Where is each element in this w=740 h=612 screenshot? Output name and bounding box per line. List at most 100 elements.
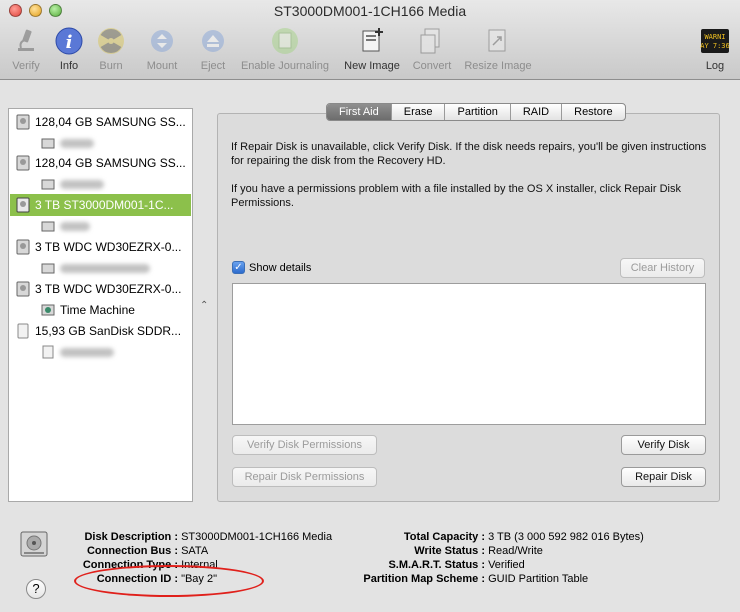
removable-disk-icon xyxy=(16,323,30,339)
show-details-label: Show details xyxy=(249,261,312,274)
window-toolbar: ST3000DM001-1CH166 Media Verify i Info B… xyxy=(0,0,740,80)
help-button[interactable]: ? xyxy=(26,579,46,599)
disk-label: 128,04 GB SAMSUNG SS... xyxy=(35,156,186,170)
disk-description-row: Disk Description : ST3000DM001-1CH166 Me… xyxy=(74,531,332,543)
repair-disk-button[interactable]: Repair Disk xyxy=(621,467,706,487)
eject-icon xyxy=(198,26,228,56)
redacted-volume-name xyxy=(60,221,90,231)
disk-item[interactable]: 128,04 GB SAMSUNG SS... xyxy=(10,111,191,133)
enable-journaling-label: Enable Journaling xyxy=(240,60,330,72)
eject-toolbar-button[interactable]: Eject xyxy=(197,26,229,76)
info-value: ST3000DM001-1CH166 Media xyxy=(181,531,333,543)
info-key: Write Status : xyxy=(414,545,485,557)
repair-disk-permissions-button[interactable]: Repair Disk Permissions xyxy=(232,467,377,487)
convert-label: Convert xyxy=(412,60,452,72)
hard-disk-icon xyxy=(16,197,30,213)
hard-disk-icon xyxy=(16,155,30,171)
eject-label: Eject xyxy=(200,60,226,72)
total-capacity-row: Total Capacity : 3 TB (3 000 592 982 016… xyxy=(340,531,644,543)
volume-icon xyxy=(41,219,55,233)
disk-label: 3 TB WDC WD30EZRX-0... xyxy=(35,282,182,296)
volume-label: Time Machine xyxy=(60,303,135,317)
first-aid-instructions-1: If Repair Disk is unavailable, click Ver… xyxy=(231,141,707,167)
verify-label: Verify xyxy=(12,60,40,72)
svg-text:AY 7:36: AY 7:36 xyxy=(700,42,730,50)
resize-image-icon xyxy=(483,26,513,56)
disk-item-selected[interactable]: 3 TB ST3000DM001-1C... xyxy=(10,194,191,216)
show-details-checkbox[interactable]: ✓ Show details xyxy=(232,261,311,274)
volume-item[interactable] xyxy=(29,133,189,153)
info-value: 3 TB (3 000 592 982 016 Bytes) xyxy=(488,531,644,543)
verify-toolbar-button[interactable]: Verify xyxy=(6,26,46,76)
redacted-volume-name xyxy=(60,138,94,148)
hard-disk-icon xyxy=(16,239,30,255)
disk-label: 3 TB ST3000DM001-1C... xyxy=(35,198,174,212)
info-key: Total Capacity : xyxy=(403,531,485,543)
enable-journaling-toolbar-button[interactable]: Enable Journaling xyxy=(238,26,332,76)
log-toolbar-button[interactable]: WARNI AY 7:36 Log xyxy=(699,26,731,76)
burn-label: Burn xyxy=(99,60,123,72)
hard-disk-icon xyxy=(16,114,30,130)
new-image-label: New Image xyxy=(344,60,400,72)
tab-partition[interactable]: Partition xyxy=(444,104,509,120)
redacted-volume-name xyxy=(60,179,104,189)
volume-item-time-machine[interactable]: Time Machine xyxy=(29,300,189,320)
hard-disk-icon xyxy=(16,281,30,297)
splitter-handle[interactable]: ⌃ xyxy=(200,300,208,311)
journaling-icon xyxy=(270,26,300,56)
log-console-icon: WARNI AY 7:36 xyxy=(700,26,730,56)
partition-map-scheme-row: Partition Map Scheme : GUID Partition Ta… xyxy=(340,573,588,585)
checkmark-icon: ✓ xyxy=(232,261,245,274)
verify-disk-button[interactable]: Verify Disk xyxy=(621,435,706,455)
redacted-volume-name xyxy=(60,263,150,273)
volume-icon xyxy=(41,261,55,275)
mount-label: Mount xyxy=(146,60,178,72)
info-value: Read/Write xyxy=(488,545,543,557)
info-value: GUID Partition Table xyxy=(488,573,589,585)
new-image-icon xyxy=(357,26,387,56)
volume-item[interactable] xyxy=(29,174,189,194)
write-status-row: Write Status : Read/Write xyxy=(340,545,543,557)
disk-item[interactable]: 128,04 GB SAMSUNG SS... xyxy=(10,152,191,174)
new-image-toolbar-button[interactable]: New Image xyxy=(342,26,402,76)
clear-history-button[interactable]: Clear History xyxy=(620,258,705,278)
disk-label: 128,04 GB SAMSUNG SS... xyxy=(35,115,186,129)
info-key: S.M.A.R.T. Status : xyxy=(388,559,485,571)
info-label: Info xyxy=(59,60,79,72)
tab-raid[interactable]: RAID xyxy=(509,104,561,120)
convert-icon xyxy=(417,26,447,56)
log-label: Log xyxy=(705,60,725,72)
tab-erase[interactable]: Erase xyxy=(390,104,445,120)
info-value: SATA xyxy=(181,545,209,557)
convert-toolbar-button[interactable]: Convert xyxy=(410,26,454,76)
smart-status-row: S.M.A.R.T. Status : Verified xyxy=(340,559,525,571)
disk-label: 3 TB WDC WD30EZRX-0... xyxy=(35,240,182,254)
details-log-area[interactable] xyxy=(232,283,706,425)
red-annotation-oval xyxy=(74,565,264,597)
redacted-volume-name xyxy=(60,347,114,357)
volume-icon xyxy=(41,345,55,359)
tab-bar: First Aid Erase Partition RAID Restore xyxy=(326,103,626,121)
disk-item[interactable]: 3 TB WDC WD30EZRX-0... xyxy=(10,236,191,258)
mount-icon xyxy=(147,26,177,56)
disk-item[interactable]: 3 TB WDC WD30EZRX-0... xyxy=(10,278,191,300)
disk-list-sidebar[interactable]: 128,04 GB SAMSUNG SS... 128,04 GB SAMSUN… xyxy=(8,108,193,502)
mount-toolbar-button[interactable]: Mount xyxy=(143,26,181,76)
volume-icon xyxy=(41,136,55,150)
info-toolbar-button[interactable]: i Info xyxy=(55,26,83,76)
disk-item[interactable]: 15,93 GB SanDisk SDDR... xyxy=(10,320,191,342)
disk-label: 15,93 GB SanDisk SDDR... xyxy=(35,324,182,338)
tab-restore[interactable]: Restore xyxy=(561,104,625,120)
hard-disk-large-icon xyxy=(18,528,50,563)
tab-first-aid[interactable]: First Aid xyxy=(327,104,391,120)
volume-item[interactable] xyxy=(29,342,189,362)
svg-text:WARNI: WARNI xyxy=(704,33,725,41)
verify-disk-permissions-button[interactable]: Verify Disk Permissions xyxy=(232,435,377,455)
volume-item[interactable] xyxy=(29,258,189,278)
info-key: Disk Description : xyxy=(84,531,178,543)
resize-image-label: Resize Image xyxy=(464,60,532,72)
volume-item[interactable] xyxy=(29,216,189,236)
resize-image-toolbar-button[interactable]: Resize Image xyxy=(463,26,533,76)
info-value: Verified xyxy=(488,559,525,571)
burn-toolbar-button[interactable]: Burn xyxy=(94,26,128,76)
